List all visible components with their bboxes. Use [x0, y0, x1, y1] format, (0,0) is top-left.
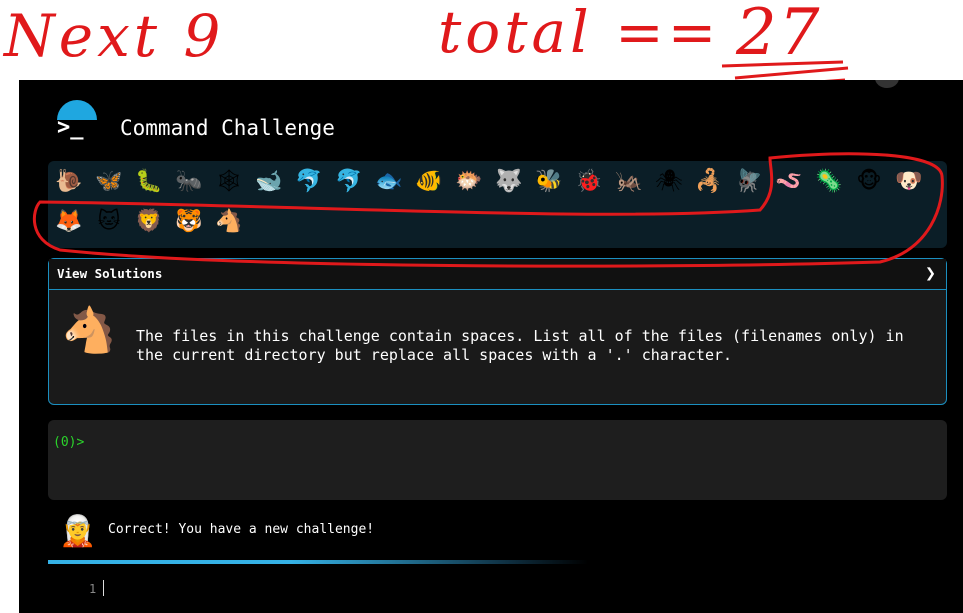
- challenge-icon[interactable]: 🦠: [814, 167, 844, 197]
- challenge-icon[interactable]: 🐠: [414, 167, 444, 197]
- challenge-description: The files in this challenge contain spac…: [136, 327, 904, 364]
- solutions-panel: View Solutions ❯ 🐴 The files in this cha…: [48, 258, 947, 405]
- header: >_ Command Challenge: [19, 80, 963, 160]
- text-cursor[interactable]: [103, 580, 104, 596]
- challenge-icon[interactable]: 🐬: [334, 167, 364, 197]
- profile-dot-icon[interactable]: [875, 80, 899, 88]
- handwritten-total-value: 27: [736, 0, 822, 70]
- challenge-icon[interactable]: 🪱: [774, 167, 804, 197]
- terminal-input-area[interactable]: (0)>: [48, 420, 947, 500]
- page-title: Command Challenge: [120, 116, 335, 140]
- challenge-icon[interactable]: 🐺: [494, 167, 524, 197]
- challenge-icon[interactable]: 🐋: [254, 167, 284, 197]
- challenge-icon[interactable]: 🐵: [854, 167, 884, 197]
- handwritten-total-note: total ==: [438, 0, 721, 66]
- challenge-icon[interactable]: 🐡: [454, 167, 484, 197]
- challenge-icon[interactable]: 🐝: [534, 167, 564, 197]
- challenge-icon[interactable]: 🐛: [134, 167, 164, 197]
- elf-avatar-icon: 🧝: [59, 514, 97, 549]
- challenge-icon[interactable]: 🐯: [174, 207, 204, 237]
- editor-line-number: 1: [89, 582, 97, 596]
- challenge-icon[interactable]: 🐞: [574, 167, 604, 197]
- handwritten-next-note: Next 9: [4, 2, 225, 70]
- horse-icon: 🐴: [61, 305, 117, 356]
- terminal-prompt: (0)>: [53, 435, 85, 450]
- challenge-icon[interactable]: 🕸: [214, 167, 244, 197]
- command-challenge-app: >_ Command Challenge 🐌 🦋 🐛 🐜 🕸 🐋 🐬 🐬 🐟 🐠 🐡 🐺 🐝 🐞 🦗 🕷 🦂 🪰 🪱…: [19, 80, 963, 613]
- challenge-icon[interactable]: 🦋: [94, 167, 124, 197]
- challenge-icon[interactable]: 🕷: [654, 167, 684, 197]
- challenge-icon[interactable]: 🐶: [894, 167, 924, 197]
- challenge-icon[interactable]: 🐜: [174, 167, 204, 197]
- progress-bar: [48, 560, 588, 564]
- view-solutions-label: View Solutions: [57, 266, 163, 281]
- challenge-progress-icons: 🐌 🦋 🐛 🐜 🕸 🐋 🐬 🐬 🐟 🐠 🐡 🐺 🐝 🐞 🦗 🕷 🦂 🪰 🪱 🦠 🐵 🐶 🦊 🐱 🦁 🐯 🐴: [48, 161, 947, 248]
- challenge-icon[interactable]: 🦁: [134, 207, 164, 237]
- view-solutions-toggle[interactable]: View Solutions ❯: [49, 259, 946, 290]
- terminal-icon: >_: [57, 115, 84, 140]
- challenge-icon[interactable]: 🐟: [374, 167, 404, 197]
- challenge-icon[interactable]: 🪰: [734, 167, 764, 197]
- challenge-icon[interactable]: 🐬: [294, 167, 324, 197]
- challenge-icon[interactable]: 🐱: [94, 207, 124, 237]
- challenge-icon[interactable]: 🐌: [54, 167, 84, 197]
- challenge-icon[interactable]: 🦊: [54, 207, 84, 237]
- status-message: Correct! You have a new challenge!: [108, 522, 375, 537]
- challenge-icon[interactable]: 🦗: [614, 167, 644, 197]
- chevron-right-icon[interactable]: ❯: [925, 263, 936, 284]
- challenge-icon[interactable]: 🐴: [214, 207, 244, 237]
- challenge-icon[interactable]: 🦂: [694, 167, 724, 197]
